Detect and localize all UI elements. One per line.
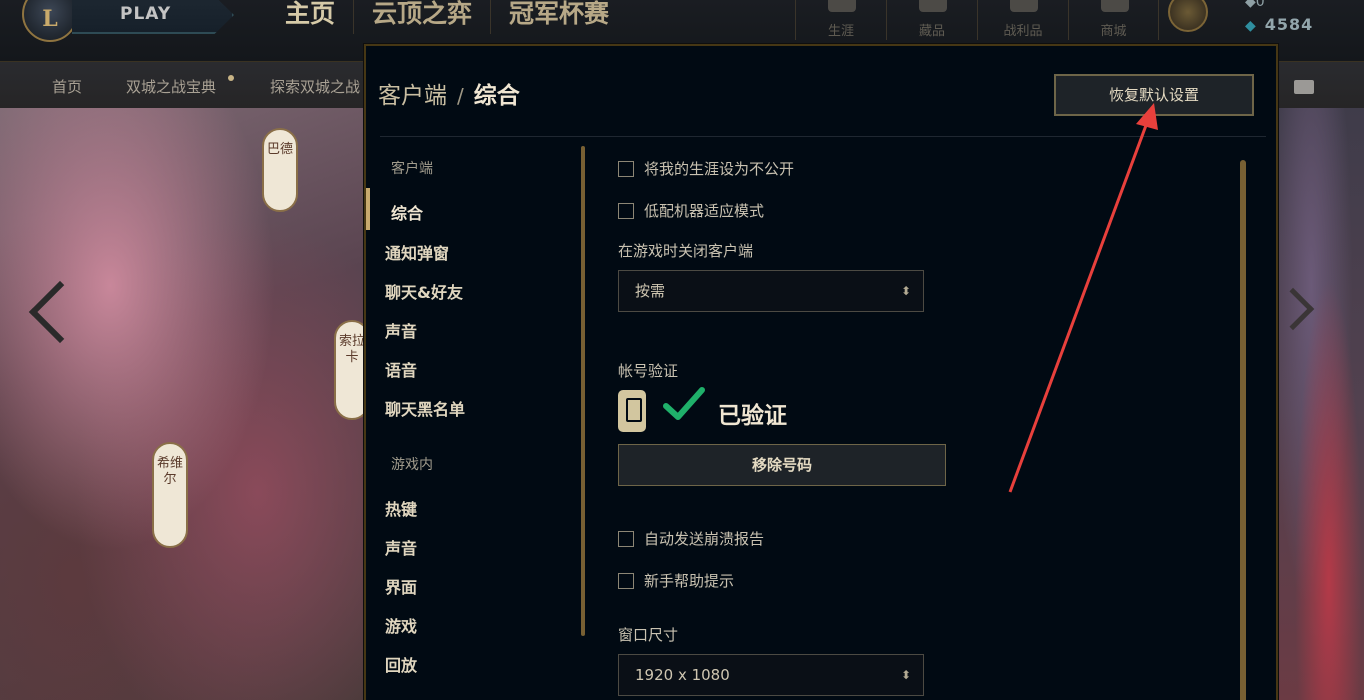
settings-modal: 客户端 / 综合 恢复默认设置 客户端 综合 通知弹窗 聊天&好友 声音 语音 聊天… [364,44,1278,700]
account-verify-label: 帐号验证 [618,362,679,380]
sidebar-section-client: 客户端 [391,161,433,177]
select-arrows-icon: ⬍ [900,284,911,298]
tab-worlds[interactable]: 冠军杯赛 [491,0,627,34]
notification-dot [228,75,234,81]
private-career-checkbox[interactable]: 将我的生涯设为不公开 [618,158,794,179]
game-logo[interactable]: L [22,0,78,42]
sidebar-item-hotkeys[interactable]: 热键 [385,496,417,520]
sidebar-item-general[interactable]: 综合 [391,200,423,224]
settings-content: 将我的生涯设为不公开 低配机器适应模式 在游戏时关闭客户端 按需 ⬍ 帐号验证 … [618,146,1258,700]
collection-icon [919,0,947,12]
auto-crash-report-checkbox[interactable]: 自动发送崩溃报告 [618,528,764,549]
select-arrows-icon: ⬍ [900,668,911,682]
store-button[interactable]: 商城 [1068,0,1159,40]
checkbox-box[interactable] [618,202,634,219]
checkbox-box[interactable] [618,160,634,177]
header-divider [380,136,1266,137]
newbie-tips-checkbox[interactable]: 新手帮助提示 [618,570,734,591]
sidebar-item-voice[interactable]: 语音 [385,357,417,381]
champion-name-tag: 希维尔 [152,442,188,548]
background-art-right [1276,108,1364,700]
champion-name-tag: 巴德 [262,128,298,212]
sidebar-scrollbar[interactable] [581,146,585,636]
tab-tft[interactable]: 云顶之弈 [354,0,492,34]
store-icon [1101,0,1129,12]
mail-icon[interactable] [1294,80,1314,94]
blue-essence-balance: ◆ 4584 [1245,15,1314,34]
low-spec-mode-checkbox[interactable]: 低配机器适应模式 [618,200,764,221]
loot-button[interactable]: 战利品 [977,0,1068,40]
sidebar-item-replays[interactable]: 回放 [385,652,417,676]
sidebar-item-interface[interactable]: 界面 [385,574,417,598]
subnav-explore-arcane[interactable]: 探索双城之战 [270,76,364,97]
phone-icon [618,390,646,432]
verified-status: 已验证 [718,403,787,429]
breadcrumb: 客户端 / 综合 [378,83,520,109]
play-button[interactable]: PLAY [72,0,234,34]
sidebar-item-ingame-sound[interactable]: 声音 [385,535,417,559]
profile-icon[interactable] [1168,0,1208,32]
subnav-arcane-pass[interactable]: 双城之战宝典 [126,76,216,97]
background-art-left [0,108,368,700]
sidebar-item-chat-friends[interactable]: 聊天&好友 [385,279,463,303]
checkbox-box[interactable] [618,572,634,589]
top-icon-bar: 生涯 藏品 战利品 商城 [795,0,1159,40]
window-size-select[interactable]: 1920 x 1080 ⬍ [618,654,924,696]
sidebar-item-game[interactable]: 游戏 [385,613,417,637]
restore-defaults-button[interactable]: 恢复默认设置 [1054,74,1254,116]
sidebar-active-indicator [366,188,370,230]
content-scrollbar[interactable] [1240,160,1246,700]
breadcrumb-current: 综合 [473,83,520,109]
rp-balance: ◆0 [1245,0,1265,10]
sidebar-item-sound[interactable]: 声音 [385,318,417,342]
window-size-label: 窗口尺寸 [618,626,679,644]
career-button[interactable]: 生涯 [795,0,886,40]
loot-icon [1010,0,1038,12]
blue-essence-icon: ◆ [1245,18,1257,34]
remove-number-button[interactable]: 移除号码 [618,444,946,486]
career-icon [828,0,856,12]
breadcrumb-parent: 客户端 [378,83,447,109]
checkmark-icon [663,387,705,420]
subnav-home[interactable]: 首页 [52,76,82,97]
checkbox-box[interactable] [618,530,634,547]
main-nav: 主页 云顶之弈 冠军杯赛 [285,0,627,38]
sidebar-item-notifications[interactable]: 通知弹窗 [385,240,449,264]
sidebar-item-chat-blocklist[interactable]: 聊天黑名单 [385,396,465,420]
collection-button[interactable]: 藏品 [886,0,977,40]
sidebar-section-ingame: 游戏内 [391,457,433,473]
close-client-select[interactable]: 按需 ⬍ [618,270,924,312]
tab-home[interactable]: 主页 [285,0,355,34]
close-client-label: 在游戏时关闭客户端 [618,242,754,260]
